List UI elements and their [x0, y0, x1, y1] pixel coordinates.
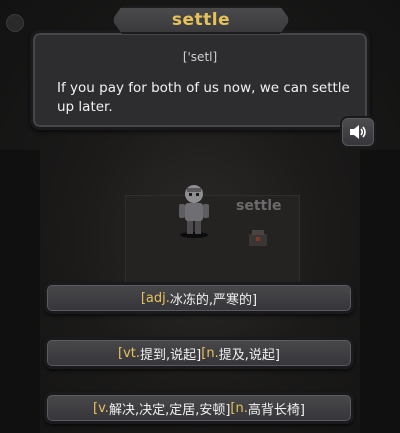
word-title-tab: settle — [112, 6, 290, 34]
answer-option-3[interactable]: [v. 解决,决定,定居,安顿] [n. 高背长椅] — [44, 392, 354, 424]
pronounce-button[interactable] — [340, 116, 376, 148]
option-pos: [vt. — [118, 345, 141, 361]
option-definition-2: 高背长椅] — [247, 402, 305, 418]
crate-prop — [249, 230, 267, 246]
left-wall — [0, 150, 40, 433]
option-definition-2: 提及,说起] — [218, 347, 280, 363]
player-character — [179, 185, 209, 238]
phonetic-text: ['setl] — [182, 50, 218, 64]
floating-word-label: settle — [236, 198, 282, 214]
menu-icon[interactable] — [6, 14, 24, 32]
option-pos: [v. — [93, 400, 109, 416]
answer-option-1[interactable]: [adj. 冰冻的,严寒的] — [44, 282, 354, 314]
example-sentence: If you pay for both of us now, we can se… — [57, 80, 350, 115]
definition-card: ['setl] If you pay for both of us now, w… — [30, 30, 370, 130]
answer-option-2[interactable]: [vt. 提到,说起] [n. 提及,说起] — [44, 337, 354, 369]
option-definition: 提到,说起] — [140, 347, 202, 363]
option-pos-2: [n. — [201, 345, 219, 361]
option-definition: 解决,决定,定居,安顿] — [108, 402, 231, 418]
option-pos-2: [n. — [230, 400, 248, 416]
word-title: settle — [171, 10, 231, 30]
speaker-icon — [350, 125, 366, 139]
right-wall — [360, 150, 400, 433]
option-pos: [adj. — [140, 290, 170, 306]
option-definition: 冰冻的,严寒的] — [169, 292, 258, 308]
